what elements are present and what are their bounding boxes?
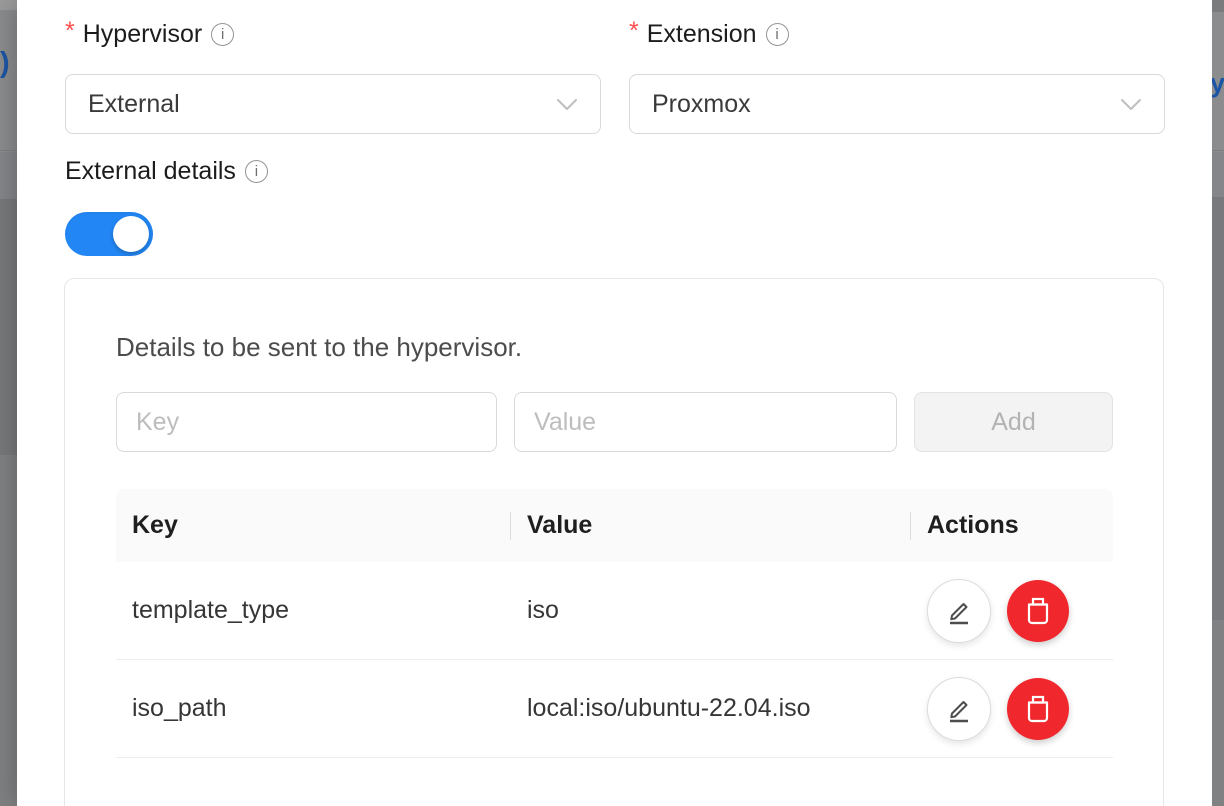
background-band — [0, 199, 17, 455]
background-band — [0, 10, 17, 151]
row-actions — [911, 677, 1113, 741]
info-icon[interactable]: i — [766, 23, 789, 46]
row-value: local:iso/ubuntu-22.04.iso — [511, 694, 911, 723]
key-input[interactable] — [116, 392, 497, 452]
edit-icon — [943, 595, 975, 627]
required-marker: * — [65, 17, 75, 46]
table-row: iso_path local:iso/ubuntu-22.04.iso — [116, 660, 1113, 758]
add-button[interactable]: Add — [914, 392, 1113, 452]
delete-row-button[interactable] — [1007, 580, 1069, 642]
background-band — [0, 0, 17, 10]
extension-select-value: Proxmox — [652, 90, 751, 119]
row-key: iso_path — [116, 694, 511, 723]
edit-row-button[interactable] — [927, 677, 991, 741]
header-actions: Actions — [911, 489, 1113, 562]
background-band — [0, 455, 17, 806]
background-text-fragment-right: ys — [1212, 68, 1224, 99]
external-details-toggle[interactable] — [65, 212, 153, 256]
required-marker: * — [629, 17, 639, 46]
extension-label: Extension — [647, 20, 757, 49]
header-value: Value — [511, 489, 911, 562]
toggle-knob — [113, 216, 149, 252]
extension-field: * Extension i Proxmox — [629, 20, 1165, 134]
external-details-label: External details — [65, 157, 236, 186]
edit-row-button[interactable] — [927, 579, 991, 643]
hypervisor-select-value: External — [88, 90, 180, 119]
chevron-down-icon — [1120, 98, 1142, 111]
details-panel: Details to be sent to the hypervisor. Ad… — [64, 278, 1164, 806]
header-key: Key — [116, 489, 511, 562]
table-row: template_type iso — [116, 562, 1113, 660]
chevron-down-icon — [556, 98, 578, 111]
trash-icon — [1024, 694, 1052, 724]
delete-row-button[interactable] — [1007, 678, 1069, 740]
value-input[interactable] — [514, 392, 897, 452]
key-value-input-row: Add — [116, 392, 1113, 452]
modal-panel: * Hypervisor i External * Extension i — [17, 0, 1212, 806]
info-icon[interactable]: i — [211, 23, 234, 46]
trash-icon — [1024, 596, 1052, 626]
hypervisor-label-row: * Hypervisor i — [65, 20, 601, 48]
edit-icon — [943, 693, 975, 725]
background-page-left-edge: ) — [0, 0, 17, 806]
extension-label-row: * Extension i — [629, 20, 1165, 48]
panel-description: Details to be sent to the hypervisor. — [116, 333, 1113, 361]
table-header: Key Value Actions — [116, 489, 1113, 562]
form-row: * Hypervisor i External * Extension i — [65, 20, 1212, 134]
background-band — [1212, 0, 1224, 12]
background-text-fragment-left: ) — [0, 47, 10, 80]
hypervisor-select[interactable]: External — [65, 74, 601, 134]
row-actions — [911, 579, 1113, 643]
background-page-right-edge: ys — [1212, 0, 1224, 806]
extension-select[interactable]: Proxmox — [629, 74, 1165, 134]
info-icon[interactable]: i — [245, 160, 268, 183]
background-band — [1212, 152, 1224, 197]
hypervisor-field: * Hypervisor i External — [65, 20, 601, 134]
background-band — [1212, 620, 1224, 806]
row-value: iso — [511, 596, 911, 625]
background-band — [1212, 197, 1224, 620]
hypervisor-label: Hypervisor — [83, 20, 202, 49]
screen: ) * Hypervisor i External * — [0, 0, 1224, 806]
details-table: Key Value Actions template_type iso — [116, 489, 1113, 758]
row-key: template_type — [116, 596, 511, 625]
external-details-label-row: External details i — [65, 157, 1212, 185]
background-band — [0, 152, 17, 199]
